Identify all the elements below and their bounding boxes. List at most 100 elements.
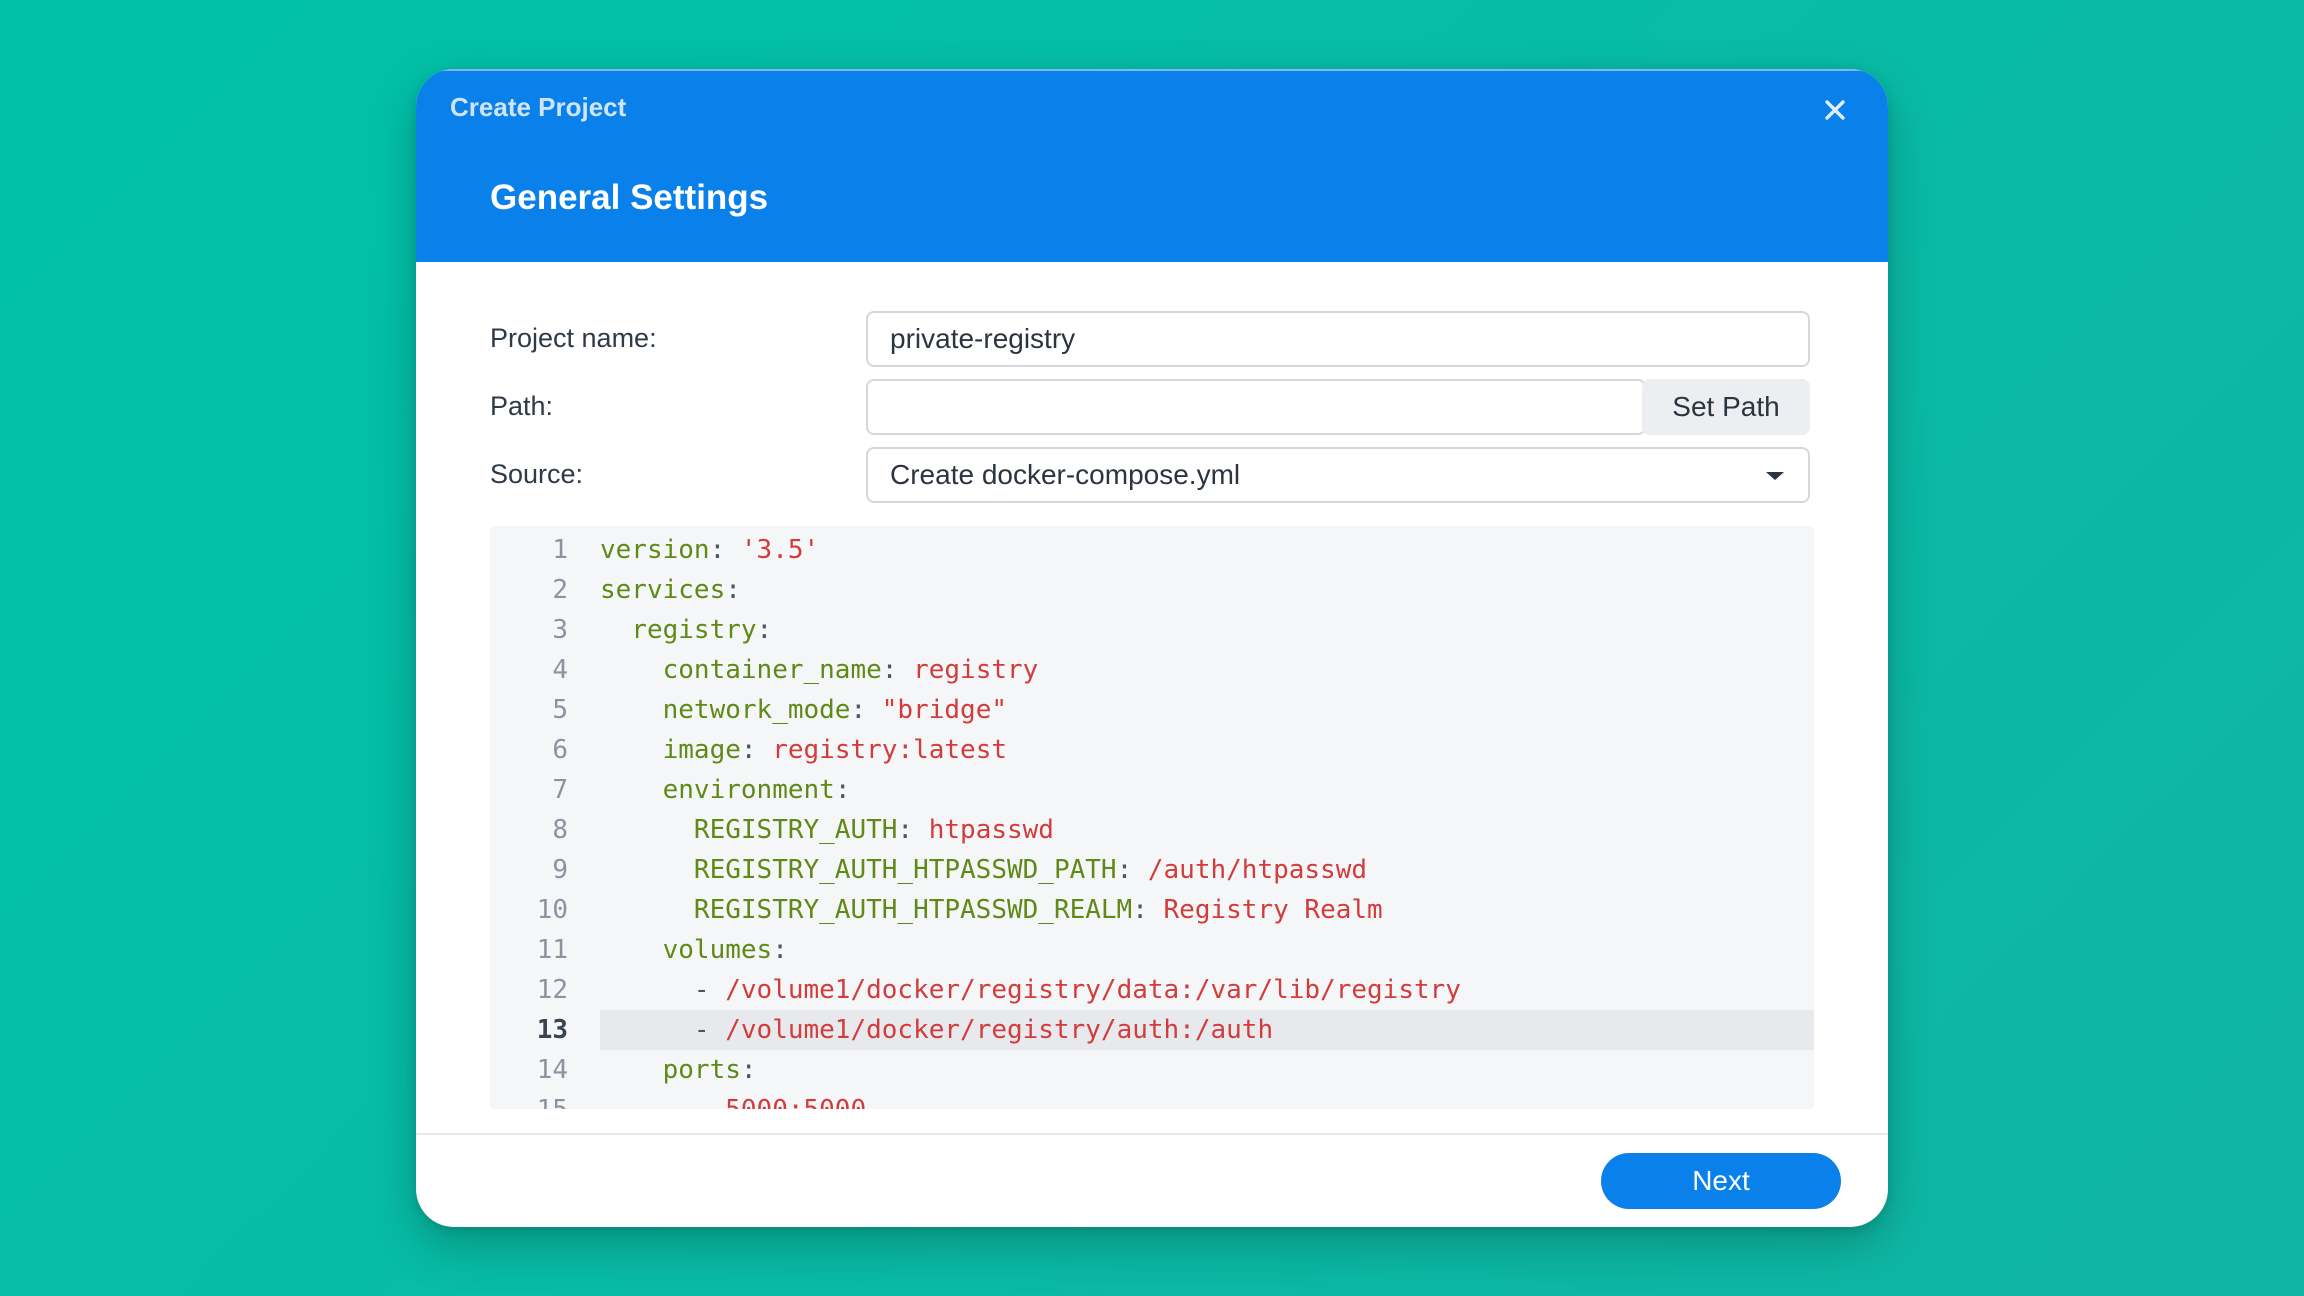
code-text: environment:	[600, 770, 851, 810]
line-number: 7	[552, 775, 568, 805]
next-button[interactable]: Next	[1601, 1153, 1841, 1209]
yaml-key: REGISTRY_AUTH_HTPASSWD_PATH	[693, 855, 1117, 885]
project-name-label: Project name:	[490, 323, 657, 353]
code-line[interactable]: 9 REGISTRY_AUTH_HTPASSWD_PATH: /auth/htp…	[490, 850, 1814, 890]
project-name-value: private-registry	[890, 323, 1076, 354]
line-number: 2	[552, 575, 568, 605]
yaml-value: /auth/htpasswd	[1147, 855, 1368, 885]
line-number: 1	[552, 535, 568, 565]
code-line[interactable]: 10 REGISTRY_AUTH_HTPASSWD_REALM: Registr…	[490, 890, 1814, 930]
code-line[interactable]: 8 REGISTRY_AUTH: htpasswd	[490, 810, 1814, 850]
code-line[interactable]: 2 services:	[490, 570, 1814, 610]
yaml-key: registry	[631, 615, 757, 645]
yaml-value: htpasswd	[928, 815, 1054, 845]
line-number: 14	[536, 1055, 568, 1085]
code-line[interactable]: 14 ports:	[490, 1050, 1814, 1090]
code-text: network_mode: "bridge"	[600, 690, 1007, 730]
yaml-key: image	[662, 735, 741, 765]
line-number: 15	[490, 1090, 568, 1109]
yaml-colon: :	[881, 655, 914, 685]
code-line[interactable]: 1 version: '3.5'	[490, 530, 1814, 570]
code-text: ports:	[600, 1050, 757, 1090]
yaml-colon: :	[740, 735, 773, 765]
yaml-value: /volume1/docker/registry/data:/var/lib/r…	[725, 975, 1461, 1005]
header-top-edge	[416, 69, 1888, 71]
yaml-colon: :	[772, 935, 788, 965]
yaml-key: container_name	[662, 655, 882, 685]
code-editor[interactable]: 1 version: '3.5' 2 services: 3 registry: 4 co…	[490, 526, 1814, 1109]
close-button[interactable]	[1818, 93, 1852, 127]
code-line[interactable]: 5 network_mode: "bridge"	[490, 690, 1814, 730]
code-line[interactable]: 6 image: registry:latest	[490, 730, 1814, 770]
line-number: 5	[552, 695, 568, 725]
yaml-key: REGISTRY_AUTH	[693, 815, 898, 845]
yaml-key: services	[600, 575, 726, 605]
code-text: volumes:	[600, 930, 788, 970]
footer-divider	[416, 1133, 1888, 1135]
yaml-value: registry	[913, 655, 1039, 685]
line-number: 4	[552, 655, 568, 685]
yaml-key: REGISTRY_AUTH_HTPASSWD_REALM	[693, 895, 1133, 925]
yaml-key: volumes	[662, 935, 773, 965]
yaml-colon: :	[740, 1055, 757, 1085]
yaml-colon: :	[1116, 855, 1148, 885]
code-text: registry:	[600, 610, 772, 650]
line-number: 3	[552, 615, 568, 645]
yaml-value: registry:latest	[772, 735, 1008, 765]
line-number: 8	[552, 815, 568, 845]
code-text: - /volume1/docker/registry/data:/var/lib…	[600, 970, 1461, 1010]
yaml-colon: :	[709, 535, 741, 565]
code-text: image: registry:latest	[600, 730, 1007, 770]
yaml-key: network_mode	[662, 695, 851, 725]
yaml-colon: :	[725, 575, 741, 605]
line-number: 12	[536, 975, 568, 1005]
yaml-value: 5000:5000	[725, 1095, 866, 1109]
code-line[interactable]: 7 environment:	[490, 770, 1814, 810]
yaml-colon: :	[850, 695, 882, 725]
project-name-input[interactable]: private-registry	[866, 311, 1810, 367]
code-line[interactable]: 12 - /volume1/docker/registry/data:/var/…	[490, 970, 1814, 1010]
list-dash: -	[693, 975, 726, 1005]
code-line[interactable]: 13 - /volume1/docker/registry/auth:/auth	[537, 1010, 1814, 1050]
code-text: container_name: registry	[600, 650, 1039, 690]
yaml-value: '3.5'	[740, 535, 820, 565]
list-dash: -	[693, 1015, 726, 1045]
yaml-value: /volume1/docker/registry/auth:/auth	[725, 1015, 1274, 1045]
close-icon	[1825, 100, 1845, 120]
code-line[interactable]: 4 container_name: registry	[490, 650, 1814, 690]
yaml-value: Registry Realm	[1163, 895, 1383, 925]
line-number: 6	[552, 735, 568, 765]
create-project-dialog: Create Project General Settings Project …	[416, 69, 1888, 1227]
path-input[interactable]	[866, 379, 1646, 435]
set-path-button[interactable]: Set Path	[1642, 379, 1810, 435]
code-text: - /volume1/docker/registry/auth:/auth	[600, 1010, 1273, 1050]
code-line[interactable]: 3 registry:	[490, 610, 1814, 650]
section-title: General Settings	[490, 178, 769, 217]
code-text: version: '3.5'	[600, 530, 819, 570]
yaml-colon: :	[756, 615, 773, 645]
code-line[interactable]: 11 volumes:	[490, 930, 1814, 970]
code-text: REGISTRY_AUTH_HTPASSWD_PATH: /auth/htpas…	[600, 850, 1367, 890]
code-text: - 5000:5000	[600, 1090, 866, 1109]
path-label: Path:	[490, 391, 554, 421]
yaml-value: "bridge"	[881, 695, 1008, 725]
yaml-key: version	[600, 535, 710, 565]
yaml-colon: :	[1132, 895, 1164, 925]
line-number: 9	[552, 855, 568, 885]
code-line[interactable]: 15 - 5000:5000	[490, 1090, 1814, 1109]
source-value: Create docker-compose.yml	[890, 459, 1241, 490]
chevron-down-icon	[1766, 472, 1784, 480]
source-select[interactable]: Create docker-compose.yml	[866, 447, 1810, 503]
